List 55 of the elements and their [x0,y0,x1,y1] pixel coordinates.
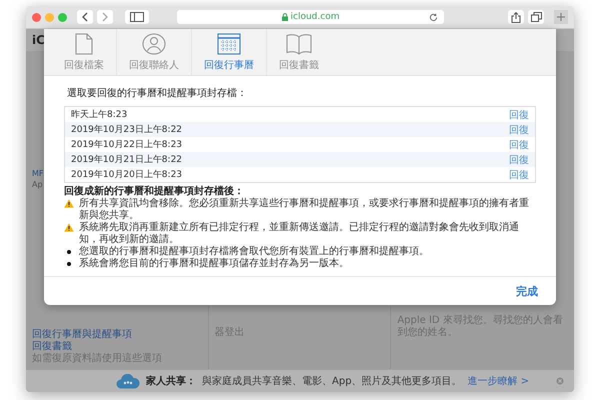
restore-link[interactable]: 回復 [509,138,529,152]
chevron-left-icon [81,12,89,22]
bullet-icon [67,250,71,254]
bullet-icon [67,262,71,266]
restore-link[interactable]: 回復書籤 [32,341,72,353]
restore-tab[interactable]: 回復行事曆 [192,29,267,75]
share-button[interactable] [508,10,524,24]
tabs-button[interactable] [528,10,544,24]
archive-date: 2019年10月21日上午8:22 [71,154,182,166]
archive-date: 2019年10月20日上午8:23 [71,168,182,181]
warning-icon [64,199,74,208]
close-icon[interactable] [556,377,564,385]
restore-link[interactable]: 回復 [509,168,529,182]
note-text: 您選取的行事曆和提醒事項封存檔將會取代您所有裝置上的行事曆和提醒事項。 [79,246,429,258]
sidebar-button[interactable] [125,10,149,24]
learn-more-link[interactable]: 進一步瞭解 > [468,374,530,388]
lock-icon [282,13,288,21]
archive-date: 2019年10月23日上午8:22 [71,124,182,136]
account-subtitle: Ap [32,180,43,189]
close-window-icon[interactable] [32,12,41,22]
new-tab-icon[interactable] [554,10,568,24]
zoom-window-icon[interactable] [58,12,67,22]
archive-date: 昨天上午8:23 [71,108,128,121]
family-sharing-title: 家人共享： [146,374,196,388]
tabs-icon [530,12,542,22]
site-logo: iC [32,33,45,47]
account-name: MF [32,169,44,178]
restore-link[interactable]: 回復 [509,122,529,136]
cloud-icon [116,374,140,388]
restore-tab[interactable]: 回復檔案 [52,29,117,75]
back-button[interactable] [77,10,93,24]
restore-link[interactable]: 回復 [509,108,529,122]
warning-icon [64,223,74,232]
family-sharing-text: 與家庭成員共享音樂、電影、App、照片及其他更多項目。 [202,374,462,388]
restore-link[interactable]: 回復 [509,152,529,166]
calendar-icon [217,32,241,54]
person-circle-icon [142,32,166,54]
note-text: 所有共享資訊均會移除。您必須重新共享這些行事曆和提醒事項，或要求行事曆和提醒事項的擁有者重新與您共享。 [79,198,530,222]
done-button[interactable]: 完成 [516,284,538,298]
restore-tab[interactable]: 回復聯絡人 [117,29,192,75]
notes-title: 回復成新的行事曆和提醒事項封存檔後： [64,186,245,198]
document-icon [75,32,93,54]
open-book-icon [286,32,312,54]
restore-link[interactable]: 回復行事曆與提醒事項 [32,329,132,341]
restore-tab[interactable]: 回復書籤 [267,29,331,75]
address-text: icloud.com [290,12,340,22]
note-text: 系統將先取消再重新建立所有已排定行程，並重新傳送邀請。已排定行程的邀請對象會先收到取消通知，再收到新的邀請。 [79,222,520,246]
dialog-heading: 選取要回復的行事曆和提醒事項封存檔： [67,86,248,100]
chevron-right-icon [101,12,109,22]
note-text: 系統會將您目前的行事曆和提醒事項儲存並封存為另一版本。 [79,258,349,270]
reload-icon[interactable] [429,12,438,22]
address-field[interactable]: icloud.com [177,10,444,24]
share-icon [511,12,521,22]
archive-date: 2019年10月22日上午8:23 [71,138,182,151]
sidebar-icon [130,12,144,22]
